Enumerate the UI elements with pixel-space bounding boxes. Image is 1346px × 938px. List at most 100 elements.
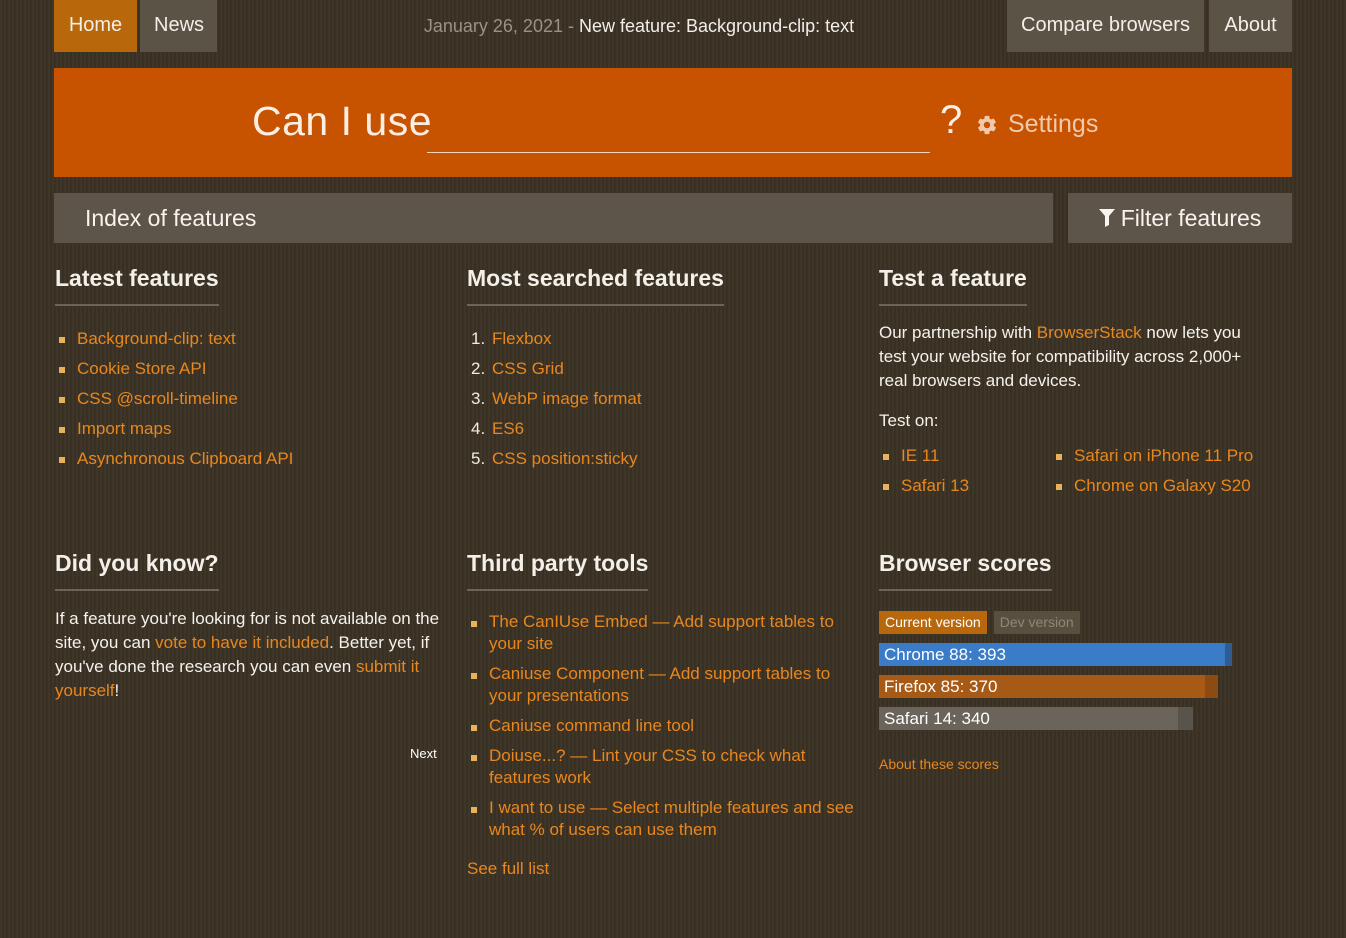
test-on-list-right: Safari on iPhone 11 Pro Chrome on Galaxy… bbox=[1052, 441, 1272, 501]
most-searched-title: Most searched features bbox=[467, 265, 724, 306]
list-item: 4. ES6 bbox=[467, 414, 847, 444]
latest-feature-link[interactable]: Asynchronous Clipboard API bbox=[77, 449, 293, 468]
score-version-tabs: Current version Dev version bbox=[879, 611, 1289, 634]
list-item: Cookie Store API bbox=[55, 354, 435, 384]
test-feature-section: Test a feature Our partnership with Brow… bbox=[879, 265, 1289, 501]
list-item: I want to use — Select multiple features… bbox=[467, 797, 862, 841]
list-item: 5. CSS position:sticky bbox=[467, 444, 847, 474]
list-number: 3. bbox=[471, 389, 486, 408]
list-item: The CanIUse Embed — Add support tables t… bbox=[467, 611, 862, 655]
list-item: CSS @scroll-timeline bbox=[55, 384, 435, 414]
list-item: Background-clip: text bbox=[55, 324, 435, 354]
latest-feature-link[interactable]: Background-clip: text bbox=[77, 329, 236, 348]
dyk-text: ! bbox=[114, 681, 120, 700]
hero-question-mark: ? bbox=[940, 98, 963, 142]
third-party-tools-title: Third party tools bbox=[467, 550, 649, 591]
settings-label: Settings bbox=[1008, 110, 1099, 138]
score-bar[interactable]: Firefox 85: 370 bbox=[879, 675, 1289, 698]
did-you-know-title: Did you know? bbox=[55, 550, 219, 591]
test-browser-link[interactable]: Chrome on Galaxy S20 bbox=[1074, 476, 1251, 495]
score-bar-label: Safari 14: 340 bbox=[884, 709, 990, 728]
index-of-features-bar[interactable]: Index of features bbox=[54, 193, 1053, 243]
search-input[interactable] bbox=[427, 102, 930, 153]
test-on-label: Test on: bbox=[879, 411, 939, 430]
index-title: Index of features bbox=[85, 205, 257, 231]
nav-news-link[interactable]: News bbox=[140, 0, 217, 52]
hero-search-banner: Can I use ? Settings bbox=[54, 68, 1292, 177]
most-searched-link[interactable]: Flexbox bbox=[492, 329, 552, 348]
nav-about-link[interactable]: About bbox=[1209, 0, 1292, 52]
test-intro: Our partnership with BrowserStack now le… bbox=[879, 321, 1249, 393]
test-browser-link[interactable]: Safari 13 bbox=[901, 476, 969, 495]
latest-feature-link[interactable]: CSS @scroll-timeline bbox=[77, 389, 238, 408]
third-party-tool-link[interactable]: The CanIUse Embed — Add support tables t… bbox=[489, 612, 834, 653]
browserstack-link[interactable]: BrowserStack bbox=[1037, 323, 1142, 342]
settings-button[interactable]: Settings bbox=[976, 110, 1098, 139]
third-party-tool-link[interactable]: Caniuse Component — Add support tables t… bbox=[489, 664, 830, 705]
score-bars: Chrome 88: 393 Firefox 85: 370 Safari 14: … bbox=[879, 643, 1289, 730]
tab-current-version[interactable]: Current version bbox=[879, 611, 987, 634]
list-item: Import maps bbox=[55, 414, 435, 444]
test-feature-title: Test a feature bbox=[879, 265, 1027, 306]
nav-home-link[interactable]: Home bbox=[54, 0, 137, 52]
latest-features-list: Background-clip: text Cookie Store API C… bbox=[55, 324, 435, 474]
did-you-know-text: If a feature you're looking for is not a… bbox=[55, 607, 445, 703]
nav-compare-link[interactable]: Compare browsers bbox=[1007, 0, 1204, 52]
list-item: IE 11 bbox=[879, 441, 1052, 471]
test-browser-link[interactable]: IE 11 bbox=[901, 446, 939, 465]
gear-icon bbox=[978, 115, 996, 134]
next-tip-button[interactable]: Next bbox=[410, 746, 437, 761]
list-item: 2. CSS Grid bbox=[467, 354, 847, 384]
list-item: Chrome on Galaxy S20 bbox=[1052, 471, 1272, 501]
list-item: 3. WebP image format bbox=[467, 384, 847, 414]
filter-icon bbox=[1098, 209, 1115, 227]
filter-features-button[interactable]: Filter features bbox=[1068, 193, 1292, 243]
score-bar-label: Chrome 88: 393 bbox=[884, 645, 1006, 664]
list-number: 5. bbox=[471, 449, 486, 468]
latest-features-section: Latest features Background-clip: text Co… bbox=[55, 265, 435, 474]
list-number: 4. bbox=[471, 419, 486, 438]
list-item: Doiuse...? — Lint your CSS to check what… bbox=[467, 745, 862, 789]
test-on-list-left: IE 11 Safari 13 bbox=[879, 441, 1052, 501]
filter-label: Filter features bbox=[1120, 205, 1262, 231]
top-nav: Home News January 26, 2021 - New feature… bbox=[54, 0, 1292, 52]
announcement-headline[interactable]: New feature: Background-clip: text bbox=[579, 16, 854, 36]
list-number: 2. bbox=[471, 359, 486, 378]
list-item: Caniuse command line tool bbox=[467, 715, 862, 737]
third-party-tools-section: Third party tools The CanIUse Embed — Ad… bbox=[467, 550, 862, 879]
list-item: Asynchronous Clipboard API bbox=[55, 444, 435, 474]
most-searched-section: Most searched features 1. Flexbox 2. CSS G… bbox=[467, 265, 847, 474]
browser-scores-title: Browser scores bbox=[879, 550, 1052, 591]
score-bar-label: Firefox 85: 370 bbox=[884, 677, 998, 696]
list-item: Safari on iPhone 11 Pro bbox=[1052, 441, 1272, 471]
score-bar[interactable]: Safari 14: 340 bbox=[879, 707, 1289, 730]
browser-scores-section: Browser scores Current version Dev versi… bbox=[879, 550, 1289, 772]
most-searched-link[interactable]: CSS position:sticky bbox=[492, 449, 638, 468]
third-party-tools-list: The CanIUse Embed — Add support tables t… bbox=[467, 611, 862, 841]
test-intro-text: Our partnership with bbox=[879, 323, 1037, 342]
third-party-tool-link[interactable]: I want to use — Select multiple features… bbox=[489, 798, 854, 839]
third-party-tool-link[interactable]: Caniuse command line tool bbox=[489, 716, 694, 735]
list-item: Caniuse Component — Add support tables t… bbox=[467, 663, 862, 707]
vote-link[interactable]: vote to have it included bbox=[155, 633, 329, 652]
latest-feature-link[interactable]: Import maps bbox=[77, 419, 171, 438]
most-searched-link[interactable]: WebP image format bbox=[492, 389, 642, 408]
test-on-lists: IE 11 Safari 13 Safari on iPhone 11 Pro … bbox=[879, 441, 1289, 501]
list-item: 1. Flexbox bbox=[467, 324, 847, 354]
test-browser-link[interactable]: Safari on iPhone 11 Pro bbox=[1074, 446, 1253, 465]
most-searched-link[interactable]: CSS Grid bbox=[492, 359, 564, 378]
most-searched-link[interactable]: ES6 bbox=[492, 419, 524, 438]
hero-title: Can I use bbox=[252, 98, 432, 144]
about-scores-link[interactable]: About these scores bbox=[879, 756, 1289, 772]
latest-feature-link[interactable]: Cookie Store API bbox=[77, 359, 206, 378]
see-full-list-link[interactable]: See full list bbox=[467, 859, 862, 879]
tab-dev-version[interactable]: Dev version bbox=[993, 611, 1080, 634]
most-searched-list: 1. Flexbox 2. CSS Grid 3. WebP image format… bbox=[467, 324, 847, 474]
announcement-separator: - bbox=[562, 16, 579, 36]
third-party-tool-link[interactable]: Doiuse...? — Lint your CSS to check what… bbox=[489, 746, 806, 787]
announcement[interactable]: January 26, 2021 - New feature: Backgrou… bbox=[354, 0, 924, 52]
list-item: Safari 13 bbox=[879, 471, 1052, 501]
score-bar[interactable]: Chrome 88: 393 bbox=[879, 643, 1289, 666]
latest-features-title: Latest features bbox=[55, 265, 219, 306]
did-you-know-section: Did you know? If a feature you're lookin… bbox=[55, 550, 445, 770]
